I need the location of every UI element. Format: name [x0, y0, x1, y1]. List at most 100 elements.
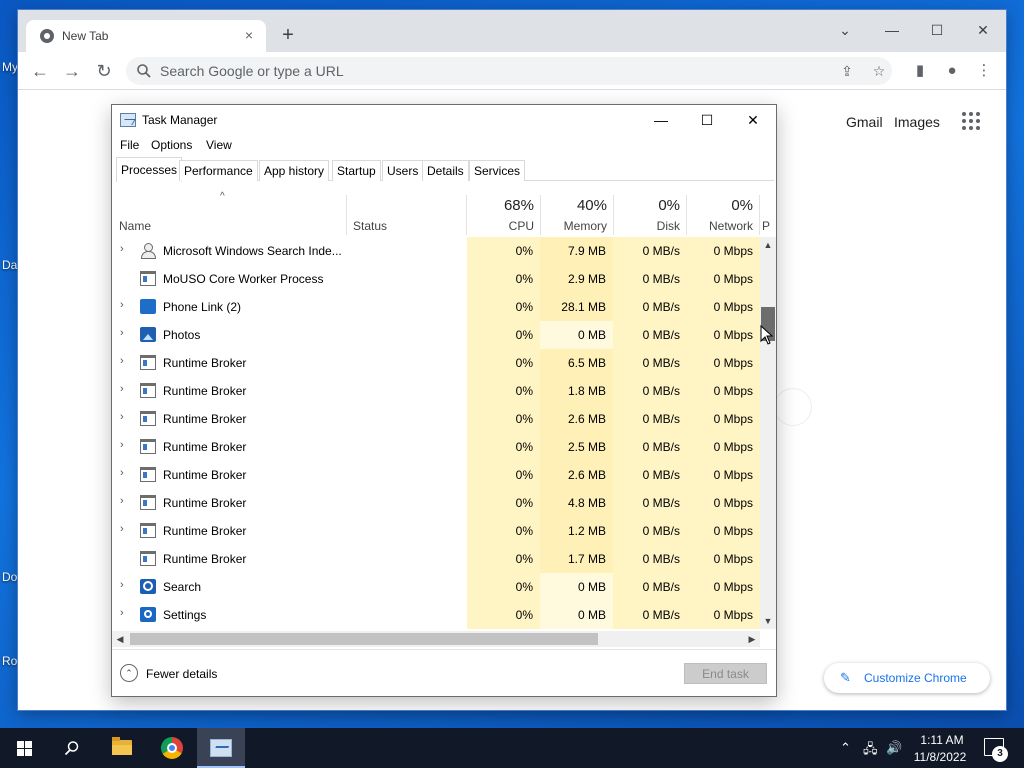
chrome-maximize-button[interactable]: ☐: [923, 16, 951, 44]
network-cell: 0 Mbps: [686, 405, 760, 433]
expand-chevron-icon[interactable]: ›: [120, 607, 130, 619]
table-row[interactable]: › Runtime Broker 0% 4.8 MB 0 MB/s 0 Mbps: [112, 489, 760, 517]
tab-search-icon[interactable]: ⌄: [831, 16, 859, 44]
table-row[interactable]: › Settings 0% 0 MB 0 MB/s 0 Mbps: [112, 601, 760, 629]
expand-chevron-icon[interactable]: ›: [120, 467, 130, 479]
disk-total-percent[interactable]: 0%: [613, 197, 680, 214]
taskbar-search-button[interactable]: [48, 728, 96, 768]
reload-icon[interactable]: ↻: [92, 59, 116, 83]
customize-chrome-button[interactable]: ✎ Customize Chrome: [824, 663, 990, 693]
minimize-button[interactable]: —: [638, 105, 684, 135]
memory-total-percent[interactable]: 40%: [540, 197, 607, 214]
scroll-left-icon[interactable]: ◀: [112, 631, 128, 647]
expand-chevron-icon[interactable]: ›: [120, 495, 130, 507]
taskbar-chrome[interactable]: [148, 728, 196, 768]
clock-date[interactable]: 11/8/2022: [910, 750, 970, 764]
table-row[interactable]: › Runtime Broker 0% 2.6 MB 0 MB/s 0 Mbps: [112, 461, 760, 489]
expand-chevron-icon[interactable]: ›: [120, 383, 130, 395]
close-button[interactable]: ✕: [730, 105, 776, 135]
menu-file[interactable]: File: [120, 138, 139, 152]
scroll-up-icon[interactable]: ▲: [760, 237, 776, 253]
expand-chevron-icon[interactable]: ›: [120, 327, 130, 339]
network-icon[interactable]: 🖧: [863, 740, 878, 762]
table-row[interactable]: › Runtime Broker 0% 1.2 MB 0 MB/s 0 Mbps: [112, 517, 760, 545]
omnibox-input[interactable]: [160, 61, 800, 81]
tab-services[interactable]: Services: [469, 160, 526, 181]
column-cpu[interactable]: CPU: [467, 219, 534, 233]
table-row[interactable]: › Runtime Broker 0% 1.8 MB 0 MB/s 0 Mbps: [112, 377, 760, 405]
chrome-minimize-button[interactable]: —: [878, 16, 906, 44]
bookmark-star-icon[interactable]: ☆: [870, 62, 888, 80]
scroll-right-icon[interactable]: ▶: [744, 631, 760, 647]
desktop-icon-label[interactable]: Ro: [2, 654, 17, 668]
expand-chevron-icon[interactable]: ›: [120, 439, 130, 451]
window-icon: [140, 467, 156, 482]
expand-chevron-icon[interactable]: ›: [120, 411, 130, 423]
table-row[interactable]: › Runtime Broker 0% 2.5 MB 0 MB/s 0 Mbps: [112, 433, 760, 461]
tab-startup[interactable]: Startup: [332, 160, 381, 181]
horizontal-scroll-thumb[interactable]: [130, 633, 598, 645]
taskbar-task-manager[interactable]: [197, 728, 245, 768]
cpu-total-percent[interactable]: 68%: [467, 197, 534, 214]
table-row[interactable]: › Microsoft Windows Search Inde... 0% 7.…: [112, 237, 760, 265]
expand-chevron-icon[interactable]: ›: [120, 579, 130, 591]
table-row[interactable]: MoUSO Core Worker Process 0% 2.9 MB 0 MB…: [112, 265, 760, 293]
column-network[interactable]: Network: [686, 219, 753, 233]
desktop-icon-label[interactable]: Da: [2, 258, 17, 272]
side-panel-icon[interactable]: ▮: [910, 61, 930, 81]
column-power-truncated[interactable]: P: [762, 219, 774, 233]
horizontal-scrollbar[interactable]: ◀ ▶: [112, 631, 760, 647]
desktop-icon-label[interactable]: Do: [2, 570, 17, 584]
maximize-button[interactable]: ☐: [684, 105, 730, 135]
expand-chevron-icon[interactable]: ›: [120, 243, 130, 255]
column-memory[interactable]: Memory: [540, 219, 607, 233]
tab-new-tab[interactable]: New Tab ×: [26, 20, 266, 52]
gmail-link[interactable]: Gmail: [846, 114, 883, 130]
sort-caret-icon[interactable]: ^: [220, 191, 225, 202]
taskbar-file-explorer[interactable]: [98, 728, 146, 768]
column-disk[interactable]: Disk: [613, 219, 680, 233]
table-row[interactable]: Runtime Broker 0% 1.7 MB 0 MB/s 0 Mbps: [112, 545, 760, 573]
desktop-icon-label[interactable]: My: [2, 60, 18, 74]
profile-avatar-icon[interactable]: ●: [942, 61, 962, 81]
table-row[interactable]: › Photos 0% 0 MB 0 MB/s 0 Mbps: [112, 321, 760, 349]
volume-icon[interactable]: 🔊: [886, 740, 902, 756]
google-apps-icon[interactable]: [962, 112, 982, 132]
scroll-down-icon[interactable]: ▼: [760, 613, 776, 629]
expand-chevron-icon[interactable]: ›: [120, 355, 130, 367]
fewer-details-link[interactable]: Fewer details: [146, 667, 217, 681]
show-hidden-icons-chevron-icon[interactable]: ⌃: [840, 740, 851, 756]
vertical-scrollbar[interactable]: ▲ ▼: [760, 237, 776, 629]
back-icon[interactable]: ←: [28, 59, 52, 83]
menu-options[interactable]: Options: [151, 138, 192, 152]
images-link[interactable]: Images: [894, 114, 940, 130]
disk-cell: 0 MB/s: [613, 349, 686, 377]
table-row[interactable]: › Phone Link (2) 0% 28.1 MB 0 MB/s 0 Mbp…: [112, 293, 760, 321]
fewer-details-icon[interactable]: ⌃: [120, 664, 138, 682]
tab-performance[interactable]: Performance: [179, 160, 258, 181]
clock-time[interactable]: 1:11 AM: [916, 733, 968, 747]
end-task-button[interactable]: End task: [684, 663, 767, 684]
tab-users[interactable]: Users: [382, 160, 424, 181]
tab-processes[interactable]: Processes: [116, 157, 183, 182]
menu-view[interactable]: View: [206, 138, 232, 152]
table-row[interactable]: › Runtime Broker 0% 2.6 MB 0 MB/s 0 Mbps: [112, 405, 760, 433]
share-icon[interactable]: ⇪: [838, 62, 856, 80]
forward-icon[interactable]: →: [60, 59, 84, 83]
column-name[interactable]: Name: [119, 219, 151, 233]
new-tab-button[interactable]: +: [276, 24, 300, 48]
tab-close-icon[interactable]: ×: [240, 26, 258, 44]
chrome-menu-icon[interactable]: ⋮: [974, 61, 994, 81]
omnibox[interactable]: ⇪ ☆: [126, 57, 892, 85]
table-row[interactable]: › Runtime Broker 0% 6.5 MB 0 MB/s 0 Mbps: [112, 349, 760, 377]
table-row[interactable]: › Search 0% 0 MB 0 MB/s 0 Mbps: [112, 573, 760, 601]
chrome-close-button[interactable]: ✕: [969, 16, 997, 44]
network-total-percent[interactable]: 0%: [686, 197, 753, 214]
expand-chevron-icon[interactable]: ›: [120, 299, 130, 311]
expand-chevron-icon[interactable]: ›: [120, 523, 130, 535]
column-status[interactable]: Status: [353, 219, 387, 233]
tab-app-history[interactable]: App history: [259, 160, 330, 181]
tab-details[interactable]: Details: [422, 160, 469, 181]
task-manager-titlebar[interactable]: Task Manager — ☐ ✕: [112, 105, 776, 135]
start-button[interactable]: [0, 728, 48, 768]
